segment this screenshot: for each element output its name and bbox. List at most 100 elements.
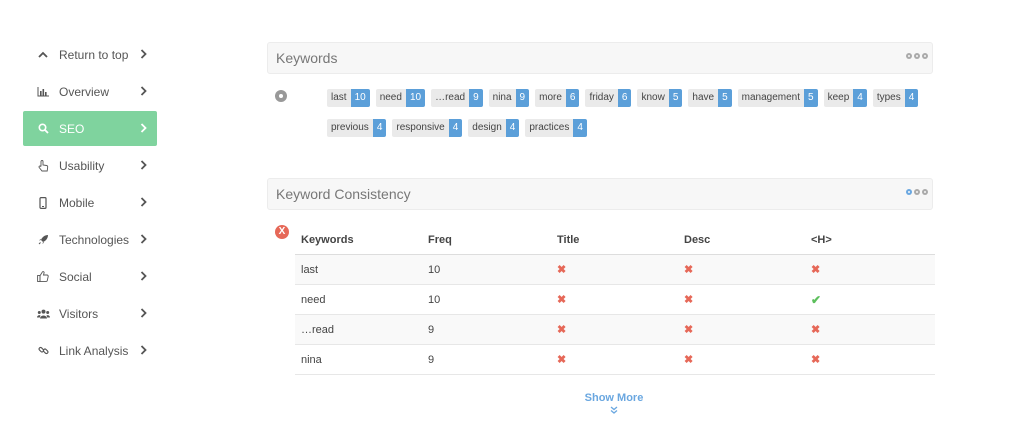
- keyword-tag: keep 4: [823, 89, 867, 107]
- cell-freq: 9: [422, 344, 551, 375]
- sidebar-item-mobile[interactable]: Mobile: [23, 185, 157, 220]
- sidebar-item-label: Link Analysis: [59, 343, 129, 358]
- chevron-right-icon: [140, 85, 147, 99]
- table-row: need 10 ✖ ✖ ✔: [295, 284, 935, 315]
- sidebar-item-label: Social: [59, 269, 92, 284]
- sidebar-item-technologies[interactable]: Technologies: [23, 222, 157, 257]
- cross-icon: ✖: [557, 264, 567, 276]
- table-header-row: Keywords Freq Title Desc <H>: [295, 225, 935, 255]
- keywords-title: Keywords: [276, 50, 338, 66]
- keyword-consistency-table: Keywords Freq Title Desc <H> last 10 ✖ ✖…: [295, 225, 935, 375]
- chevron-right-icon: [140, 48, 147, 62]
- sidebar-item-link-analysis[interactable]: Link Analysis: [23, 333, 157, 368]
- keyword-consistency-title: Keyword Consistency: [276, 186, 411, 202]
- sidebar-nav: Return to top Overview SEO Usability Mob…: [23, 37, 157, 370]
- search-icon: [34, 123, 52, 134]
- keyword-tag: design 4: [468, 119, 520, 137]
- cross-icon: ✖: [557, 294, 567, 306]
- sidebar-item-label: SEO: [59, 121, 85, 136]
- column-header-keywords: Keywords: [295, 225, 422, 255]
- keyword-tag: need 10: [375, 89, 426, 107]
- keyword-tag: friday 6: [585, 89, 632, 107]
- cell-h: ✖: [805, 314, 935, 345]
- cell-title: ✖: [551, 314, 678, 345]
- cell-desc: ✖: [678, 254, 805, 285]
- bar-chart-icon: [34, 86, 52, 97]
- keyword-tag: nina 9: [488, 89, 530, 107]
- keyword-tag: responsive 4: [392, 119, 463, 137]
- chevron-right-icon: [140, 344, 147, 358]
- keyword-tag: know 5: [637, 89, 683, 107]
- cell-keyword: …read: [295, 314, 422, 345]
- cross-icon: ✖: [684, 294, 694, 306]
- sidebar-item-seo[interactable]: SEO: [23, 111, 157, 146]
- rocket-icon: [34, 234, 52, 245]
- sidebar-item-visitors[interactable]: Visitors: [23, 296, 157, 331]
- show-more-label: Show More: [584, 392, 644, 404]
- cell-h: ✖: [805, 254, 935, 285]
- chevron-right-icon: [140, 233, 147, 247]
- pointer-hand-icon: [34, 159, 52, 172]
- cell-freq: 9: [422, 314, 551, 345]
- cross-icon: ✖: [684, 324, 694, 336]
- keyword-tag: previous 4: [327, 119, 387, 137]
- cell-desc: ✖: [678, 284, 805, 315]
- sidebar-item-label: Visitors: [59, 306, 99, 321]
- panel-options-icon[interactable]: [906, 53, 928, 59]
- sidebar-item-overview[interactable]: Overview: [23, 74, 157, 109]
- keyword-tag: …read 9: [431, 89, 483, 107]
- chevron-right-icon: [140, 196, 147, 210]
- cross-icon: ✖: [811, 324, 821, 336]
- error-status-icon: X: [275, 225, 289, 239]
- sidebar-item-label: Overview: [59, 84, 110, 99]
- keyword-tag: management 5: [737, 89, 818, 107]
- chevron-right-icon: [140, 270, 147, 284]
- check-icon: ✔: [811, 292, 822, 307]
- gear-icon: [914, 53, 920, 59]
- show-more-button[interactable]: Show More: [567, 392, 661, 416]
- table-row: nina 9 ✖ ✖ ✖: [295, 344, 935, 375]
- cell-desc: ✖: [678, 314, 805, 345]
- gear-icon: [914, 189, 920, 195]
- gear-icon: [906, 53, 912, 59]
- thumbs-up-icon: [34, 271, 52, 282]
- cross-icon: ✖: [684, 264, 694, 276]
- gear-icon: [906, 189, 912, 195]
- panel-options-icon[interactable]: [906, 189, 928, 195]
- keyword-cloud: last 10 need 10 …read 9 nina 9 more 6 friday 6…: [327, 89, 927, 137]
- status-indicator-icon: [275, 90, 287, 102]
- cell-freq: 10: [422, 254, 551, 285]
- cell-title: ✖: [551, 344, 678, 375]
- sidebar-item-label: Mobile: [59, 195, 95, 210]
- cell-title: ✖: [551, 284, 678, 315]
- cell-freq: 10: [422, 284, 551, 315]
- chevron-right-icon: [140, 122, 147, 136]
- cell-desc: ✖: [678, 344, 805, 375]
- cross-icon: ✖: [811, 264, 821, 276]
- cell-keyword: last: [295, 254, 422, 285]
- users-icon: [34, 309, 52, 319]
- keyword-tag: have 5: [688, 89, 732, 107]
- column-header-freq: Freq: [422, 225, 551, 255]
- keyword-consistency-panel-header: Keyword Consistency: [267, 178, 933, 210]
- link-icon: [34, 345, 52, 356]
- cell-h: ✔: [805, 284, 935, 315]
- mobile-icon: [34, 196, 52, 209]
- gear-icon: [922, 53, 928, 59]
- keyword-tag: more 6: [535, 89, 580, 107]
- table-row: last 10 ✖ ✖ ✖: [295, 254, 935, 285]
- cell-title: ✖: [551, 254, 678, 285]
- double-chevron-down-icon: [567, 406, 661, 416]
- gear-icon: [922, 189, 928, 195]
- column-header-title: Title: [551, 225, 678, 255]
- keyword-tag: practices 4: [525, 119, 587, 137]
- chevron-right-icon: [140, 307, 147, 321]
- sidebar-item-return-to-top[interactable]: Return to top: [23, 37, 157, 72]
- cross-icon: ✖: [811, 354, 821, 366]
- keywords-panel-header: Keywords: [267, 42, 933, 74]
- cell-keyword: nina: [295, 344, 422, 375]
- chevron-right-icon: [140, 159, 147, 173]
- sidebar-item-social[interactable]: Social: [23, 259, 157, 294]
- sidebar-item-label: Usability: [59, 158, 105, 173]
- sidebar-item-usability[interactable]: Usability: [23, 148, 157, 183]
